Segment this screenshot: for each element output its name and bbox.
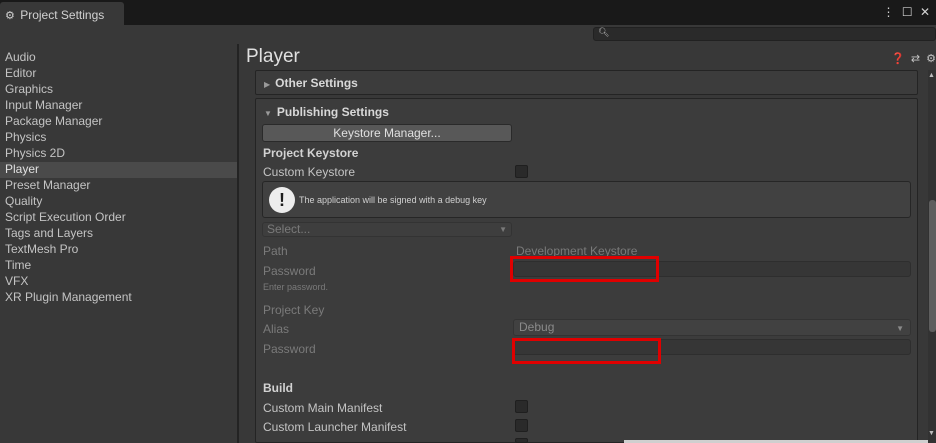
chevron-down-icon: ▼ — [896, 324, 904, 333]
debug-key-help-box: ! The application will be signed with a … — [262, 181, 911, 218]
warning-icon: ! — [269, 187, 295, 213]
alias-value: Debug — [519, 320, 555, 334]
project-settings-tab[interactable]: ⚙ Project Settings — [0, 2, 124, 28]
other-settings-foldout[interactable]: ▶ Other Settings — [264, 76, 358, 90]
publishing-settings-label: Publishing Settings — [276, 105, 389, 119]
project-key-heading: Project Key — [263, 303, 325, 317]
pane-splitter[interactable] — [237, 44, 239, 443]
gear-icon: ⚙ — [5, 10, 15, 22]
sidebar-item-package-manager[interactable]: Package Manager — [0, 114, 237, 130]
sidebar-item-graphics[interactable]: Graphics — [0, 82, 237, 98]
keystore-select-dropdown[interactable]: Select... ▼ — [262, 222, 512, 237]
scroll-up-icon[interactable]: ▲ — [928, 72, 935, 79]
other-settings-label: Other Settings — [275, 76, 358, 90]
keystore-manager-button[interactable]: Keystore Manager... — [262, 124, 512, 142]
other-settings-panel: ▶ Other Settings — [255, 70, 918, 95]
sidebar-item-time[interactable]: Time — [0, 258, 237, 274]
sidebar-item-preset-manager[interactable]: Preset Manager — [0, 178, 237, 194]
keystore-password-label: Password — [263, 264, 316, 278]
build-heading: Build — [263, 381, 293, 395]
alias-dropdown[interactable]: Debug ▼ — [513, 319, 911, 336]
sidebar-item-physics-2d[interactable]: Physics 2D — [0, 146, 237, 162]
sidebar-item-physics[interactable]: Physics — [0, 130, 237, 146]
title-bar — [0, 0, 936, 25]
sidebar-item-xr-plugin-management[interactable]: XR Plugin Management — [0, 290, 237, 306]
sidebar-item-quality[interactable]: Quality — [0, 194, 237, 210]
keystore-select-value: Select... — [267, 222, 311, 236]
sidebar-item-tags-and-layers[interactable]: Tags and Layers — [0, 226, 237, 242]
password-hint: Enter password. — [263, 282, 329, 292]
custom-launcher-manifest-checkbox[interactable] — [515, 419, 528, 432]
chevron-right-icon: ▶ — [264, 80, 271, 89]
publishing-settings-foldout[interactable]: ▼ Publishing Settings — [264, 105, 389, 119]
custom-keystore-label: Custom Keystore — [263, 165, 356, 179]
help-text: The application will be signed with a de… — [299, 195, 487, 205]
path-label: Path — [263, 244, 288, 258]
chevron-down-icon: ▼ — [499, 225, 507, 234]
sidebar-item-player[interactable]: Player — [0, 162, 237, 178]
sidebar-item-audio[interactable]: Audio — [0, 50, 237, 66]
scroll-down-icon[interactable]: ▼ — [928, 430, 935, 437]
page-title: Player — [246, 46, 300, 67]
highlight-box — [512, 338, 661, 364]
search-icon: 🔍︎ — [598, 27, 610, 37]
sidebar-item-vfx[interactable]: VFX — [0, 274, 237, 290]
project-keystore-heading: Project Keystore — [263, 146, 359, 160]
search-input[interactable]: 🔍︎ — [593, 27, 936, 41]
tab-title: Project Settings — [20, 8, 105, 22]
scrollbar-thumb[interactable] — [929, 200, 936, 332]
custom-keystore-checkbox[interactable] — [515, 165, 528, 178]
settings-sidebar: Audio Editor Graphics Input Manager Pack… — [0, 50, 237, 306]
alias-label: Alias — [263, 322, 290, 336]
chevron-down-icon: ▼ — [264, 109, 272, 118]
custom-main-manifest-checkbox[interactable] — [515, 400, 528, 413]
sidebar-item-textmesh-pro[interactable]: TextMesh Pro — [0, 242, 237, 258]
sidebar-item-editor[interactable]: Editor — [0, 66, 237, 82]
highlight-box — [510, 256, 659, 282]
key-password-label: Password — [263, 342, 316, 356]
window-controls[interactable]: ⋮ ☐ ✕ — [883, 5, 932, 19]
sidebar-item-input-manager[interactable]: Input Manager — [0, 98, 237, 114]
custom-launcher-manifest-label: Custom Launcher Manifest — [263, 420, 407, 434]
custom-main-manifest-label: Custom Main Manifest — [263, 401, 383, 415]
next-checkbox[interactable] — [515, 438, 528, 443]
sidebar-item-script-execution-order[interactable]: Script Execution Order — [0, 210, 237, 226]
header-icons[interactable]: ❓ ⇄ ⚙ — [891, 52, 936, 65]
